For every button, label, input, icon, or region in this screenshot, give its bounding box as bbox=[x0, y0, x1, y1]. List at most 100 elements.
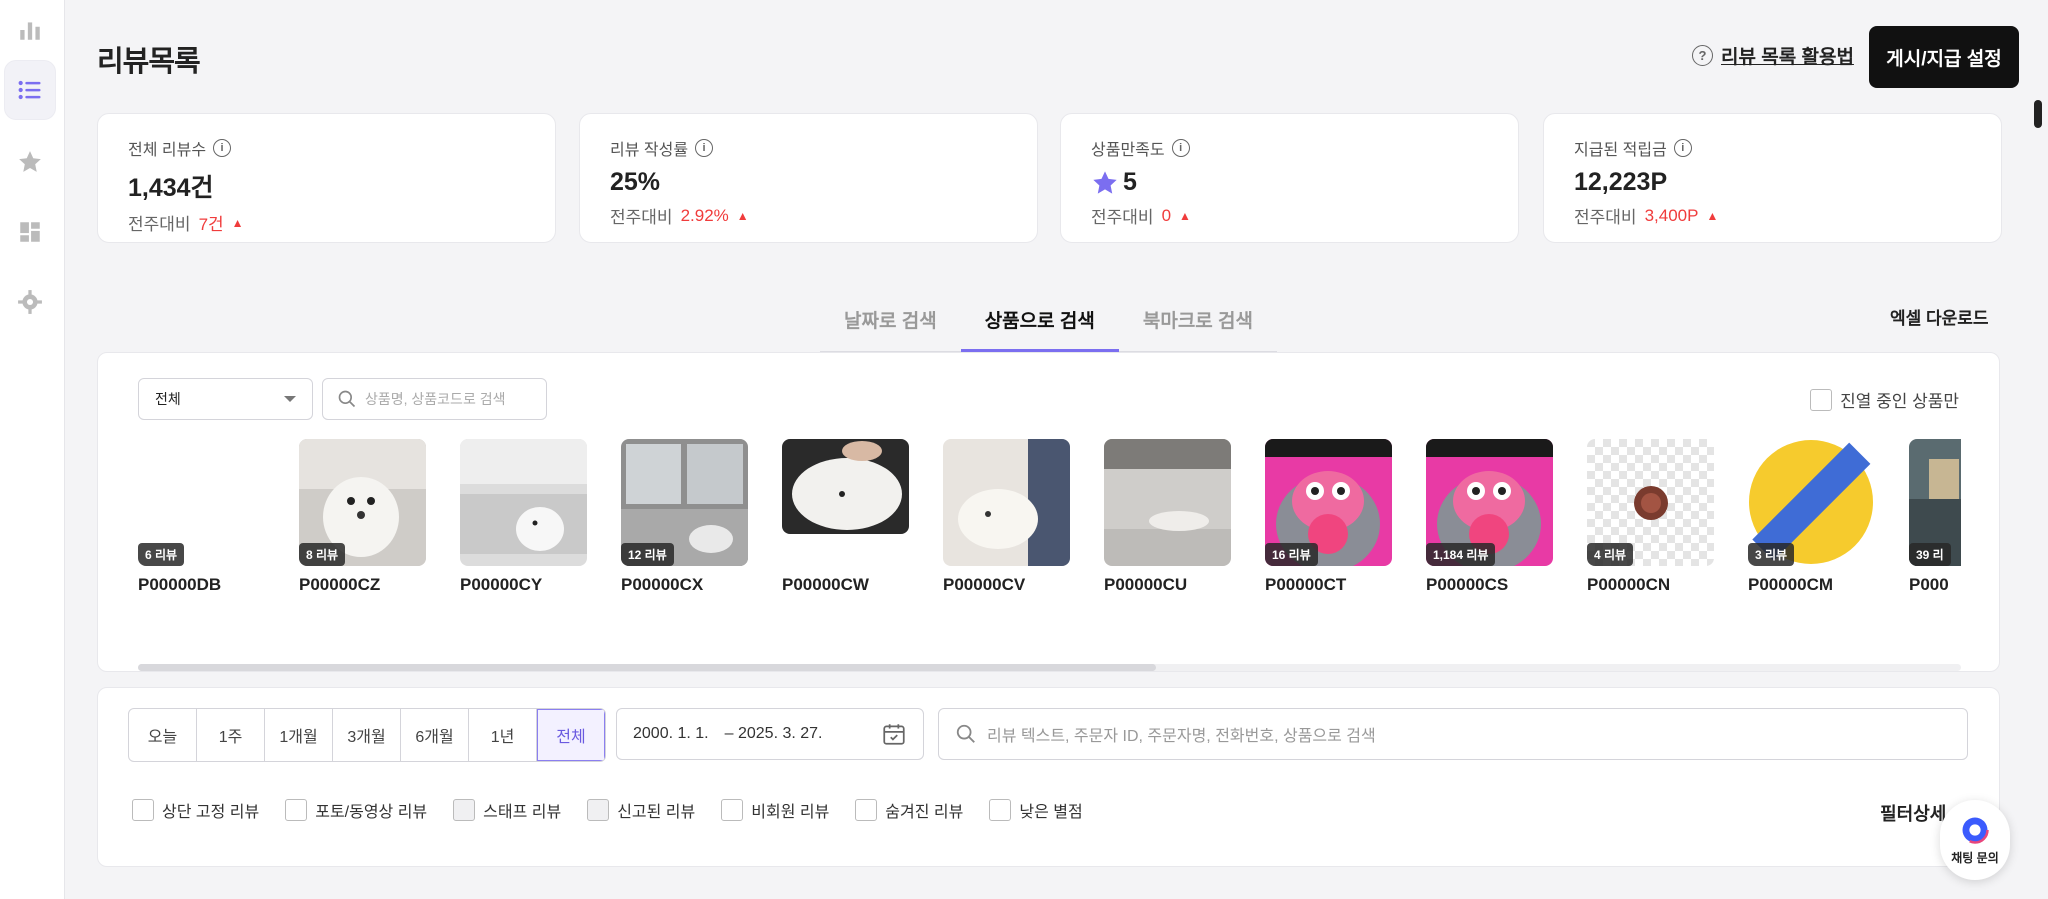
only-displayed-toggle[interactable]: 진열 중인 상품만 bbox=[1810, 387, 1959, 412]
filter-pinned[interactable]: 상단 고정 리뷰 bbox=[132, 798, 259, 822]
filter-label: 비회원 리뷰 bbox=[751, 804, 830, 821]
gear-icon[interactable] bbox=[4, 272, 56, 332]
product-thumbnail[interactable] bbox=[460, 439, 587, 566]
date-range-picker[interactable]: 2000. 1. 1. – 2025. 3. 27. bbox=[616, 708, 924, 760]
info-icon[interactable]: i bbox=[1673, 139, 1692, 157]
star-rating-icon bbox=[1093, 170, 1117, 194]
tab-bookmark-search[interactable]: 북마크로 검색 bbox=[1119, 300, 1277, 351]
date-start[interactable]: 2000. 1. 1. bbox=[633, 725, 709, 743]
review-list-icon[interactable] bbox=[4, 60, 56, 120]
chat-label: 채팅 문의 bbox=[1951, 850, 1999, 865]
period-selector: 오늘 1주 1개월 3개월 6개월 1년 전체 bbox=[128, 708, 606, 762]
filter-checkbox[interactable] bbox=[855, 799, 878, 821]
dashboard-icon[interactable] bbox=[4, 202, 56, 262]
tab-date-search[interactable]: 날짜로 검색 bbox=[820, 300, 961, 351]
only-displayed-checkbox[interactable] bbox=[1810, 388, 1833, 411]
fluffy-dog-image bbox=[782, 439, 909, 534]
review-count-badge: 6 리뷰 bbox=[138, 543, 185, 566]
help-link[interactable]: ? 리뷰 목록 활용법 bbox=[1692, 42, 1854, 69]
period-3month[interactable]: 3개월 bbox=[333, 709, 401, 761]
filter-checkbox[interactable] bbox=[132, 799, 154, 821]
tab-product-search[interactable]: 상품으로 검색 bbox=[960, 300, 1119, 352]
product-item[interactable]: P00000CV bbox=[943, 439, 1070, 595]
review-search-input[interactable]: 리뷰 텍스트, 주문자 ID, 주문자명, 전화번호, 상품으로 검색 bbox=[938, 708, 1968, 760]
product-item[interactable]: 4 리뷰 P00000CN bbox=[1587, 439, 1714, 595]
period-1month[interactable]: 1개월 bbox=[265, 709, 333, 761]
product-thumbnail[interactable] bbox=[943, 439, 1070, 566]
product-thumbnail[interactable]: 6 리뷰 bbox=[138, 439, 265, 566]
star-icon[interactable] bbox=[4, 132, 56, 192]
product-code: P000 bbox=[1909, 575, 1949, 594]
stat-label: 전체 리뷰수 bbox=[128, 142, 207, 159]
period-1year[interactable]: 1년 bbox=[469, 709, 537, 761]
sleeping-dog-image bbox=[943, 439, 1070, 566]
product-search-input[interactable]: 상품명, 상품코드로 검색 bbox=[322, 378, 547, 420]
product-item[interactable]: 3 리뷰 P00000CM bbox=[1748, 439, 1875, 595]
period-all[interactable]: 전체 bbox=[537, 709, 605, 761]
period-today[interactable]: 오늘 bbox=[129, 709, 197, 761]
product-thumbnail[interactable]: 1,184 리뷰 bbox=[1426, 439, 1553, 566]
only-displayed-label: 진열 중인 상품만 bbox=[1840, 392, 1959, 411]
filter-label: 낮은 별점 bbox=[1019, 804, 1083, 821]
product-thumbnail[interactable]: 4 리뷰 bbox=[1587, 439, 1714, 566]
help-link-label[interactable]: 리뷰 목록 활용법 bbox=[1721, 42, 1854, 69]
product-code: P00000CX bbox=[621, 575, 704, 594]
product-item[interactable]: P00000CU bbox=[1104, 439, 1231, 595]
filter-photo-video[interactable]: 포토/동영상 리뷰 bbox=[285, 798, 427, 822]
chat-inquiry-button[interactable]: 채팅 문의 bbox=[1940, 800, 2010, 880]
page-scrollbar[interactable] bbox=[2034, 100, 2042, 128]
period-1week[interactable]: 1주 bbox=[197, 709, 265, 761]
search-tabs: 날짜로 검색 상품으로 검색 북마크로 검색 bbox=[820, 300, 1278, 352]
filter-hidden[interactable]: 숨겨진 리뷰 bbox=[855, 798, 963, 822]
filter-staff[interactable]: 스태프 리뷰 bbox=[453, 798, 561, 822]
product-carousel: 6 리뷰 P00000DB 8 리뷰 P00000CZ P00000CY 12 … bbox=[138, 439, 1961, 599]
product-item[interactable]: 1,184 리뷰 P00000CS bbox=[1426, 439, 1553, 595]
product-code: P00000CV bbox=[943, 575, 1026, 594]
product-thumbnail[interactable] bbox=[1104, 439, 1231, 566]
product-item[interactable]: 6 리뷰 P00000DB bbox=[138, 439, 265, 595]
product-thumbnail[interactable]: 8 리뷰 bbox=[299, 439, 426, 566]
info-icon[interactable]: i bbox=[695, 139, 714, 157]
filter-checkbox[interactable] bbox=[285, 799, 308, 821]
product-thumbnail[interactable]: 16 리뷰 bbox=[1265, 439, 1392, 566]
info-icon[interactable]: i bbox=[1171, 139, 1190, 157]
product-item[interactable]: 16 리뷰 P00000CT bbox=[1265, 439, 1392, 595]
filter-checkbox[interactable] bbox=[453, 799, 476, 821]
carousel-scroll-thumb[interactable] bbox=[138, 664, 1156, 671]
compare-label: 전주대비 bbox=[1574, 208, 1637, 227]
filter-reported[interactable]: 신고된 리뷰 bbox=[587, 798, 695, 822]
info-icon[interactable]: i bbox=[213, 139, 232, 157]
product-item[interactable]: 39 리 P000 bbox=[1909, 439, 1961, 595]
date-end[interactable]: – 2025. 3. 27. bbox=[725, 725, 823, 743]
product-item[interactable]: 12 리뷰 P00000CX bbox=[621, 439, 748, 595]
excel-download-button[interactable]: 엑셀 다운로드 bbox=[1890, 304, 1989, 329]
filter-low-rating[interactable]: 낮은 별점 bbox=[989, 798, 1083, 822]
filter-checkbox[interactable] bbox=[989, 799, 1012, 821]
calendar-icon[interactable] bbox=[881, 721, 907, 747]
stat-card-satisfaction: 상품만족도 i 5 전주대비 0 ▲ bbox=[1060, 113, 1519, 243]
carousel-scrollbar[interactable] bbox=[138, 664, 1961, 671]
product-item[interactable]: P00000CW bbox=[782, 439, 909, 595]
stats-chart-icon[interactable] bbox=[4, 0, 56, 60]
product-item[interactable]: P00000CY bbox=[460, 439, 587, 595]
filter-label: 숨겨진 리뷰 bbox=[885, 804, 964, 821]
filter-checkbox[interactable] bbox=[721, 799, 744, 821]
filter-checkbox[interactable] bbox=[587, 799, 610, 821]
product-item[interactable]: 8 리뷰 P00000CZ bbox=[299, 439, 426, 595]
period-6month[interactable]: 6개월 bbox=[401, 709, 469, 761]
product-thumbnail[interactable] bbox=[782, 439, 909, 534]
product-thumbnail[interactable]: 3 리뷰 bbox=[1748, 439, 1875, 566]
delta-value: 0 bbox=[1161, 205, 1172, 225]
product-code: P00000DB bbox=[138, 575, 222, 594]
category-select-value: 전체 bbox=[155, 391, 181, 407]
review-count-badge: 3 리뷰 bbox=[1748, 543, 1795, 566]
filter-label: 스태프 리뷰 bbox=[483, 804, 562, 821]
delta-value: 7건 bbox=[198, 215, 224, 234]
product-thumbnail[interactable]: 39 리 bbox=[1909, 439, 1961, 566]
compare-label: 전주대비 bbox=[128, 215, 191, 234]
category-select[interactable]: 전체 bbox=[138, 378, 313, 420]
product-thumbnail[interactable]: 12 리뷰 bbox=[621, 439, 748, 566]
filter-non-member[interactable]: 비회원 리뷰 bbox=[721, 798, 829, 822]
display-setting-button[interactable]: 게시/지급 설정 bbox=[1869, 26, 2019, 88]
product-panel: 전체 상품명, 상품코드로 검색 진열 중인 상품만 6 리뷰 P00000DB… bbox=[97, 352, 2000, 672]
